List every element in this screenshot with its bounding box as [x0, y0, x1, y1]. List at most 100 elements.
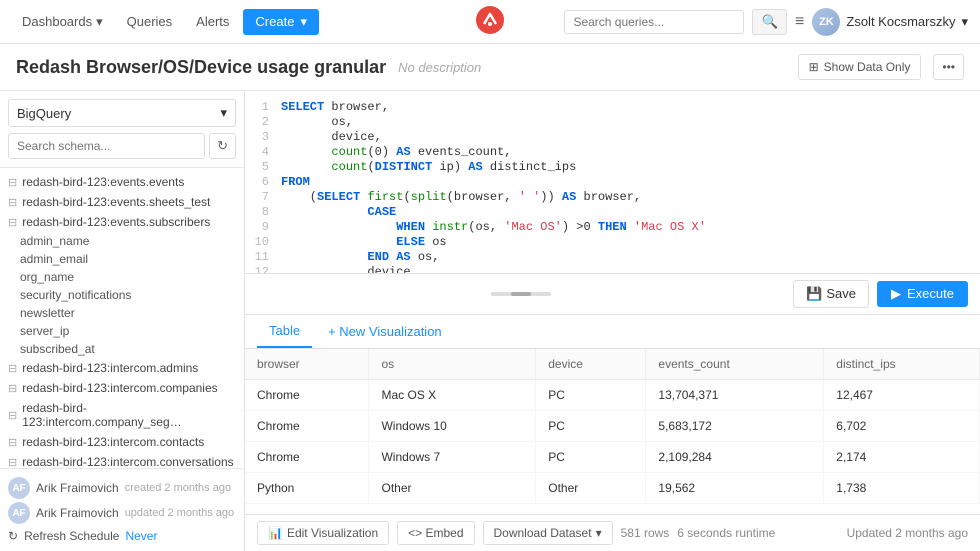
results-table: browser os device events_count distinct_…: [245, 349, 980, 504]
new-visualization-tab[interactable]: + New Visualization: [316, 316, 454, 347]
dashboards-nav[interactable]: Dashboards ▾: [12, 10, 113, 34]
table-icon: ⊟: [8, 456, 17, 469]
table-icon: ⊟: [8, 436, 17, 449]
show-data-only-button[interactable]: ⊞ Show Data Only: [798, 54, 922, 80]
create-button[interactable]: Create ▾: [243, 9, 319, 35]
code-line: 12 device,: [245, 264, 980, 274]
created-by-label: Arik Fraimovich: [36, 481, 119, 495]
schema-list: ⊟ redash-bird-123:events.events ⊟ redash…: [0, 168, 244, 468]
schema-item[interactable]: ⊟ redash-bird-123:events.sheets_test: [0, 192, 244, 212]
more-icon: •••: [942, 60, 955, 74]
top-navigation: Dashboards ▾ Queries Alerts Create ▾ 🔍 ≡…: [0, 0, 980, 44]
more-options-button[interactable]: •••: [933, 54, 964, 80]
table-icon: ⊟: [8, 216, 17, 229]
table-icon: ⊟: [8, 409, 17, 422]
schema-subitem[interactable]: subscribed_at: [0, 340, 244, 358]
table-cell-device: Other: [536, 472, 646, 503]
chevron-down-icon: ▾: [220, 105, 227, 121]
save-button[interactable]: 💾 Save: [793, 280, 869, 308]
column-browser: browser: [245, 349, 369, 380]
schema-subitem[interactable]: admin_name: [0, 232, 244, 250]
code-editor[interactable]: 1 SELECT browser, 2 os, 3 device, 4 coun…: [245, 91, 980, 274]
schema-refresh-button[interactable]: ↻: [209, 133, 236, 159]
schema-item[interactable]: ⊟ redash-bird-123:events.subscribers: [0, 212, 244, 232]
database-name: BigQuery: [17, 106, 71, 121]
refresh-icon: ↻: [217, 138, 228, 153]
table-cell-distinct_ips: 1,738: [824, 472, 980, 503]
schema-item[interactable]: ⊟ redash-bird-123:intercom.contacts: [0, 432, 244, 452]
table-cell-browser: Chrome: [245, 379, 369, 410]
table-cell-device: PC: [536, 410, 646, 441]
updated-time: updated 2 months ago: [125, 507, 234, 519]
schema-search-input[interactable]: [8, 133, 205, 159]
schema-subitem[interactable]: server_ip: [0, 322, 244, 340]
schema-item[interactable]: ⊟ redash-bird-123:events.events: [0, 172, 244, 192]
table-cell-os: Mac OS X: [369, 379, 536, 410]
column-distinct-ips: distinct_ips: [824, 349, 980, 380]
query-title: Redash Browser/OS/Device usage granular: [16, 57, 386, 78]
edit-visualization-button[interactable]: 📊 Edit Visualization: [257, 521, 389, 545]
app-logo: [476, 6, 504, 37]
code-line: 9 WHEN instr(os, 'Mac OS') >0 THEN 'Mac …: [245, 219, 980, 234]
scroll-indicator: [257, 292, 785, 296]
table-cell-browser: Chrome: [245, 441, 369, 472]
refresh-schedule-label[interactable]: Refresh Schedule: [24, 529, 119, 543]
table-row: ChromeWindows 7PC2,109,2842,174: [245, 441, 980, 472]
code-line: 10 ELSE os: [245, 234, 980, 249]
column-device: device: [536, 349, 646, 380]
schema-subitem[interactable]: security_notifications: [0, 286, 244, 304]
user-menu[interactable]: ZK Zsolt Kocsmarszky ▾: [812, 8, 968, 36]
queries-nav[interactable]: Queries: [117, 10, 183, 33]
code-line: 5 count(DISTINCT ip) AS distinct_ips: [245, 159, 980, 174]
code-line: 8 CASE: [245, 204, 980, 219]
schema-item[interactable]: ⊟ redash-bird-123:intercom.admins: [0, 358, 244, 378]
table-cell-device: PC: [536, 379, 646, 410]
avatar: ZK: [812, 8, 840, 36]
table-cell-os: Windows 7: [369, 441, 536, 472]
alerts-nav[interactable]: Alerts: [186, 10, 239, 33]
schema-item[interactable]: ⊟ redash-bird-123:intercom.companies: [0, 378, 244, 398]
tab-table[interactable]: Table: [257, 315, 312, 348]
play-icon: ▶: [891, 286, 901, 302]
updated-time: Updated 2 months ago: [847, 526, 968, 540]
chart-icon: 📊: [268, 526, 283, 540]
code-line: 4 count(0) AS events_count,: [245, 144, 980, 159]
schema-subitem[interactable]: newsletter: [0, 304, 244, 322]
schema-item[interactable]: ⊟ redash-bird-123:intercom.conversations: [0, 452, 244, 468]
column-os: os: [369, 349, 536, 380]
search-button[interactable]: 🔍: [752, 9, 787, 35]
updated-by-row: AF Arik Fraimovich updated 2 months ago: [8, 502, 236, 524]
code-line: 6 FROM: [245, 174, 980, 189]
table-icon: ⊟: [8, 362, 17, 375]
nav-right: 🔍 ≡ ZK Zsolt Kocsmarszky ▾: [564, 8, 968, 36]
schema-subitem[interactable]: admin_email: [0, 250, 244, 268]
queries-label: Queries: [127, 14, 173, 29]
schema-subitem[interactable]: org_name: [0, 268, 244, 286]
schema-search-row: ↻: [8, 133, 236, 159]
table-cell-events_count: 2,109,284: [646, 441, 824, 472]
code-line: 2 os,: [245, 114, 980, 129]
database-selector[interactable]: BigQuery ▾: [8, 99, 236, 127]
search-input[interactable]: [564, 10, 744, 34]
embed-button[interactable]: <> Embed: [397, 521, 474, 545]
editor-results: 1 SELECT browser, 2 os, 3 device, 4 coun…: [245, 91, 980, 551]
table-cell-distinct_ips: 6,702: [824, 410, 980, 441]
table-cell-distinct_ips: 12,467: [824, 379, 980, 410]
schema-item[interactable]: ⊟ redash-bird-123:intercom.company_seg…: [0, 398, 244, 432]
table-cell-browser: Python: [245, 472, 369, 503]
sidebar-footer: AF Arik Fraimovich created 2 months ago …: [0, 468, 244, 551]
execute-button[interactable]: ▶ Execute: [877, 281, 968, 307]
table-icon: ⊟: [8, 382, 17, 395]
download-dataset-button[interactable]: Download Dataset ▾: [483, 521, 613, 545]
table-cell-events_count: 13,704,371: [646, 379, 824, 410]
row-count: 581 rows: [621, 526, 670, 540]
chevron-down-icon: ▾: [961, 14, 968, 30]
table-cell-os: Other: [369, 472, 536, 503]
filter-button[interactable]: ≡: [795, 13, 804, 31]
never-badge[interactable]: Never: [125, 529, 157, 543]
avatar: AF: [8, 477, 30, 499]
table-cell-browser: Chrome: [245, 410, 369, 441]
chevron-down-icon: ▾: [596, 526, 602, 540]
sidebar: BigQuery ▾ ↻ ⊟ redash-bird-123:events.ev…: [0, 91, 245, 551]
table-header: browser os device events_count distinct_…: [245, 349, 980, 380]
